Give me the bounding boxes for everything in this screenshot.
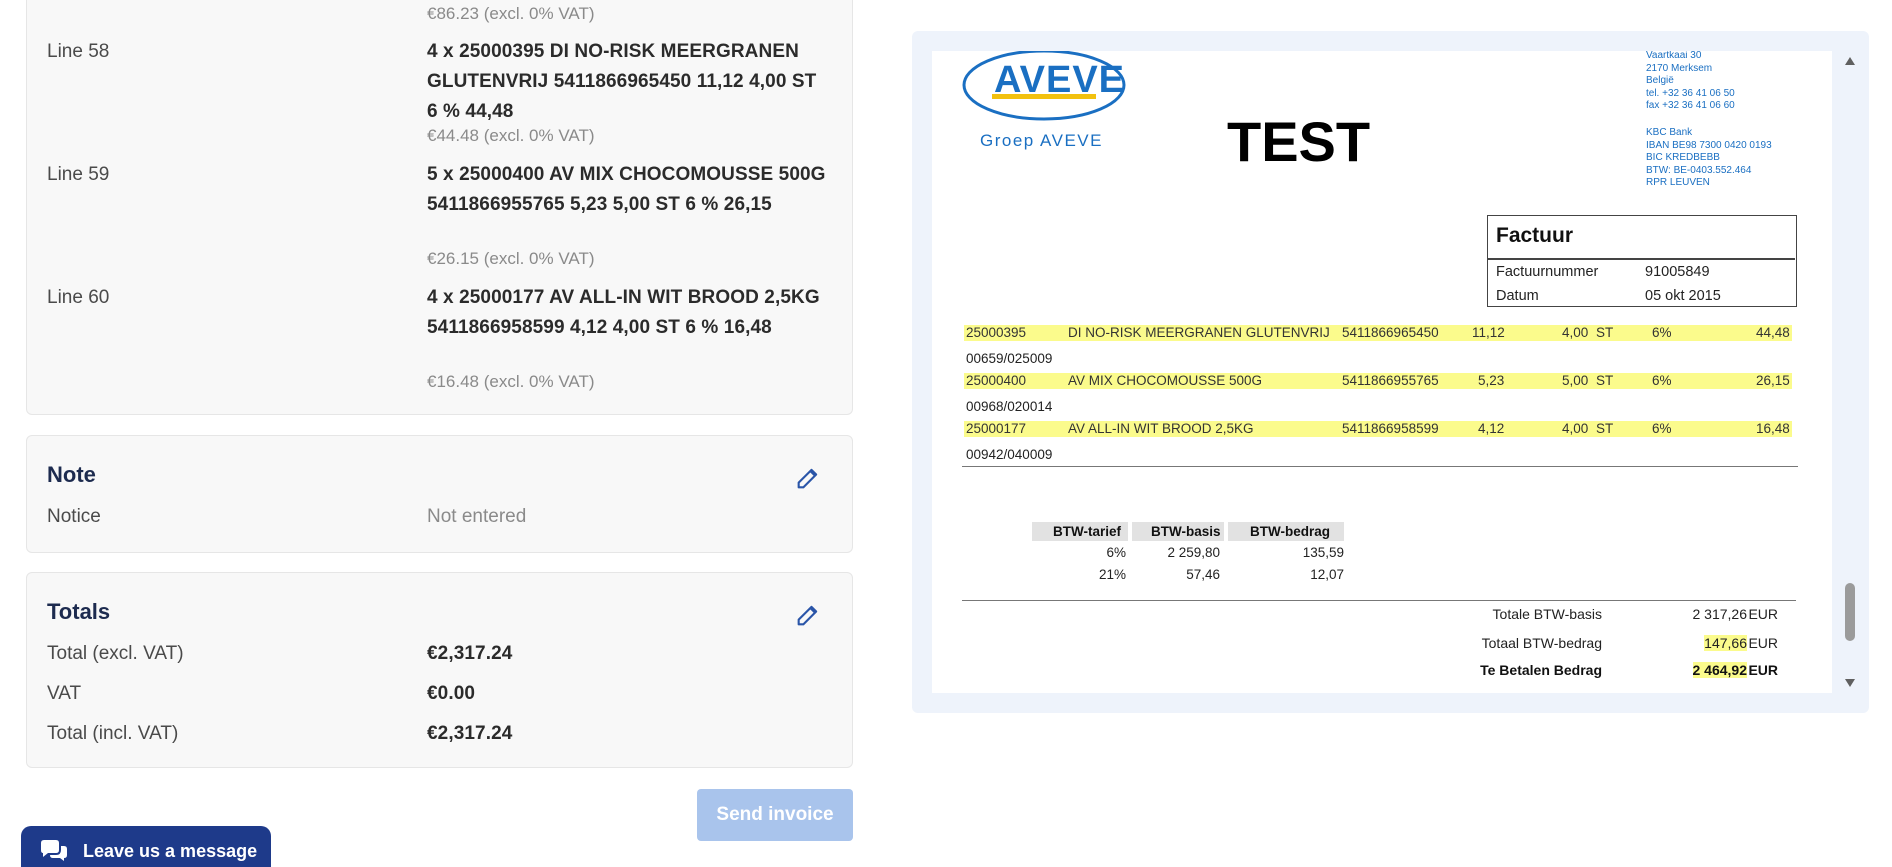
total-excl-label: Total (excl. VAT): [47, 643, 184, 664]
invoice-page[interactable]: AVEVE Groep AVEVE TEST Vaartkaai 30 2170…: [932, 51, 1832, 693]
line-label: Line 59: [47, 164, 110, 185]
divider: [962, 600, 1796, 601]
logo-subtitle: Groep AVEVE: [980, 131, 1103, 150]
vat-value: €0.00: [427, 683, 476, 704]
note-label: Notice: [47, 506, 101, 527]
vat-label: VAT: [47, 683, 82, 704]
line-amount: €44.48 (excl. 0% VAT): [427, 126, 595, 145]
invoice-lines-card: €86.23 (excl. 0% VAT) Line 58 4 x 250003…: [26, 0, 853, 415]
invoice-box: Factuur Factuurnummer 91005849 Datum 05 …: [1487, 215, 1797, 307]
invoice-number-label: Factuurnummer: [1496, 264, 1599, 280]
invoice-date: 05 okt 2015: [1645, 288, 1721, 304]
line-description: 5 x 25000400 AV MIX CHOCOMOUSSE 500G 541…: [427, 164, 826, 215]
leave-message-button[interactable]: Leave us a message: [21, 826, 271, 867]
document-viewer: AVEVE Groep AVEVE TEST Vaartkaai 30 2170…: [912, 31, 1869, 713]
document-item-row: 25000400 AV MIX CHOCOMOUSSE 500G 5411866…: [964, 373, 1792, 389]
document-item-ref: 00659/025009: [966, 351, 1053, 366]
edit-note-button[interactable]: [794, 464, 822, 492]
note-card: Note Notice Not entered: [26, 435, 853, 553]
document-item-row: 25000177 AV ALL-IN WIT BROOD 2,5KG 54118…: [964, 421, 1792, 437]
summary-row: Totale BTW-basis 2 317,26 EUR: [1492, 606, 1778, 622]
total-excl-value: €2,317.24: [427, 643, 513, 664]
line-amount: €16.48 (excl. 0% VAT): [427, 372, 595, 391]
chat-icon: [41, 840, 67, 861]
note-title: Note: [47, 462, 96, 487]
invoice-box-title: Factuur: [1496, 224, 1574, 247]
scroll-down-icon[interactable]: [1844, 677, 1856, 689]
company-address: Vaartkaai 30 2170 Merksem België tel. +3…: [1646, 51, 1735, 111]
vat-table-row: 6% 2 259,80 135,59: [1106, 545, 1344, 560]
line-description: 4 x 25000395 DI NO-RISK MEERGRANEN GLUTE…: [427, 41, 817, 122]
summary-row: Te Betalen Bedrag 2 464,92 EUR: [1480, 662, 1778, 678]
divider: [962, 466, 1798, 467]
edit-totals-button[interactable]: [794, 601, 822, 629]
totals-card: Totals Total (excl. VAT) €2,317.24 VAT €…: [26, 572, 853, 768]
logo-text: AVEVE: [994, 59, 1126, 101]
vat-table-row: 21% 57,46 12,07: [1098, 567, 1344, 582]
line-label: Line 58: [47, 41, 110, 62]
document-scrollbar[interactable]: [1842, 51, 1858, 693]
document-item-row: 25000395 DI NO-RISK MEERGRANEN GLUTENVRI…: [964, 325, 1792, 341]
note-value: Not entered: [427, 506, 527, 527]
date-label: Datum: [1496, 288, 1539, 304]
scroll-up-icon[interactable]: [1844, 55, 1856, 67]
document-item-ref: 00968/020014: [966, 399, 1053, 414]
total-incl-value: €2,317.24: [427, 723, 513, 744]
send-invoice-button[interactable]: Send invoice: [697, 789, 853, 841]
document-item-ref: 00942/040009: [966, 447, 1053, 462]
line-amount: €86.23 (excl. 0% VAT): [427, 4, 595, 23]
summary-row: Totaal BTW-bedrag 147,66 EUR: [1481, 635, 1778, 651]
scroll-thumb[interactable]: [1845, 583, 1855, 641]
line-description: 4 x 25000177 AV ALL-IN WIT BROOD 2,5KG 5…: [427, 287, 820, 338]
invoice-number: 91005849: [1645, 264, 1710, 280]
company-bank: KBC Bank IBAN BE98 7300 0420 0193 BIC KR…: [1646, 127, 1772, 188]
line-label: Line 60: [47, 287, 110, 308]
leave-message-label: Leave us a message: [83, 840, 258, 861]
totals-title: Totals: [47, 599, 111, 624]
total-incl-label: Total (incl. VAT): [47, 723, 179, 744]
test-watermark: TEST: [1227, 110, 1371, 173]
vat-table-header: BTW-tarief BTW-basis BTW-bedrag: [1032, 522, 1344, 542]
line-amount: €26.15 (excl. 0% VAT): [427, 249, 595, 268]
